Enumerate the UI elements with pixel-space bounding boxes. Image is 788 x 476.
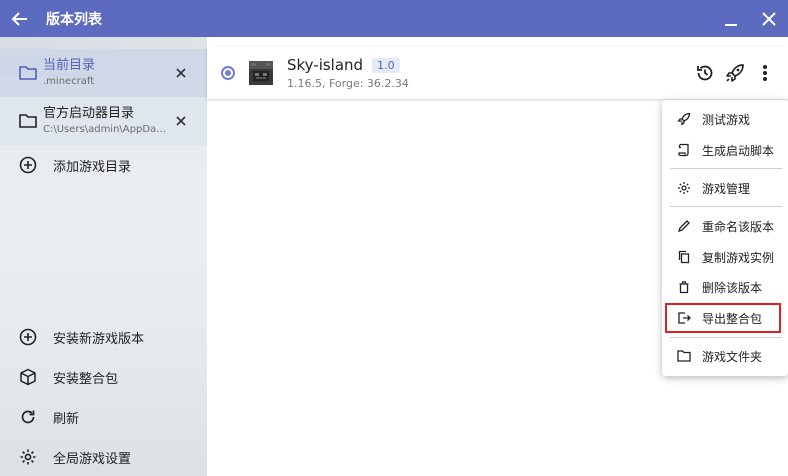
script-icon xyxy=(676,142,692,158)
menu-item-delete[interactable]: 删除该版本 xyxy=(662,272,788,302)
directory-item-current[interactable]: 当前目录 .minecraft xyxy=(0,49,207,97)
close-icon xyxy=(176,68,186,78)
pencil-icon xyxy=(676,218,692,234)
version-context-menu: 测试游戏 生成启动脚本 游戏管理 重命名该版本 复制游戏实例 删除该版本 导出整… xyxy=(662,100,788,376)
add-circle-icon xyxy=(18,327,38,347)
directory-name: 官方启动器目录 xyxy=(43,106,135,122)
folder-icon xyxy=(676,348,692,364)
update-button[interactable] xyxy=(690,58,720,88)
launch-button[interactable] xyxy=(720,58,750,88)
rocket-icon xyxy=(676,111,692,127)
menu-label: 重命名该版本 xyxy=(702,219,775,234)
install-version-label: 安装新游戏版本 xyxy=(53,331,145,347)
menu-label: 导出整合包 xyxy=(702,311,763,326)
refresh-label: 刷新 xyxy=(53,411,80,427)
remove-directory-button[interactable] xyxy=(173,113,189,129)
more-vertical-icon xyxy=(763,65,767,81)
version-name: Sky-island xyxy=(287,56,364,74)
menu-label: 删除该版本 xyxy=(702,280,763,295)
menu-item-game-folder[interactable]: 游戏文件夹 xyxy=(662,341,788,371)
page-title: 版本列表 xyxy=(46,11,102,28)
menu-item-test-game[interactable]: 测试游戏 xyxy=(662,104,788,134)
furnace-block-icon xyxy=(249,61,273,85)
package-icon xyxy=(18,367,38,387)
close-icon xyxy=(176,116,186,126)
install-modpack-button[interactable]: 安装整合包 xyxy=(0,358,207,396)
sidebar: 当前目录 .minecraft 官方启动器目录 C:\Users\admin\A… xyxy=(0,37,207,476)
menu-label: 游戏文件夹 xyxy=(702,349,763,364)
title-bar: 版本列表 xyxy=(0,0,788,37)
menu-item-export-modpack[interactable]: 导出整合包 xyxy=(662,303,788,333)
menu-divider xyxy=(670,337,782,338)
copy-icon xyxy=(676,249,692,265)
directory-path: .minecraft xyxy=(43,75,95,87)
menu-label: 游戏管理 xyxy=(702,181,751,196)
rocket-icon xyxy=(726,64,744,82)
menu-divider xyxy=(670,206,782,207)
menu-label: 生成启动脚本 xyxy=(702,143,775,158)
more-options-button[interactable] xyxy=(750,58,780,88)
directory-path: C:\Users\admin\AppDat... xyxy=(43,123,168,135)
arrow-left-icon xyxy=(11,11,27,26)
menu-item-duplicate[interactable]: 复制游戏实例 xyxy=(662,242,788,272)
menu-item-game-manage[interactable]: 游戏管理 xyxy=(662,173,788,203)
version-radio[interactable] xyxy=(221,66,235,80)
minimize-icon xyxy=(725,23,737,26)
refresh-button[interactable]: 刷新 xyxy=(0,398,207,436)
close-window-button[interactable] xyxy=(750,0,788,37)
global-settings-button[interactable]: 全局游戏设置 xyxy=(0,438,207,476)
trash-icon xyxy=(676,279,692,295)
install-version-button[interactable]: 安装新游戏版本 xyxy=(0,318,207,356)
version-tag-badge: 1.0 xyxy=(372,57,400,73)
close-icon xyxy=(762,11,776,26)
minimize-button[interactable] xyxy=(712,0,750,37)
back-button[interactable] xyxy=(0,0,40,37)
gear-icon xyxy=(18,447,38,467)
export-icon xyxy=(676,310,692,326)
folder-icon xyxy=(19,64,37,82)
version-subtitle: 1.16.5, Forge: 36.2.34 xyxy=(287,77,409,90)
add-directory-label: 添加游戏目录 xyxy=(53,159,132,175)
menu-label: 测试游戏 xyxy=(702,112,751,127)
directory-item-official[interactable]: 官方启动器目录 C:\Users\admin\AppDat... xyxy=(0,97,207,145)
gear-icon xyxy=(676,180,692,196)
install-modpack-label: 安装整合包 xyxy=(53,371,119,387)
add-directory-button[interactable]: 添加游戏目录 xyxy=(0,146,207,184)
add-circle-icon xyxy=(18,155,38,175)
version-card[interactable]: Sky-island 1.0 1.16.5, Forge: 36.2.34 xyxy=(207,47,788,99)
menu-label: 复制游戏实例 xyxy=(702,250,775,265)
history-icon xyxy=(697,65,713,81)
global-settings-label: 全局游戏设置 xyxy=(53,451,132,467)
remove-directory-button[interactable] xyxy=(173,65,189,81)
menu-item-rename[interactable]: 重命名该版本 xyxy=(662,211,788,241)
directory-name: 当前目录 xyxy=(43,58,96,74)
refresh-icon xyxy=(18,407,38,427)
menu-item-generate-script[interactable]: 生成启动脚本 xyxy=(662,135,788,165)
folder-icon xyxy=(19,112,37,130)
menu-divider xyxy=(670,168,782,169)
